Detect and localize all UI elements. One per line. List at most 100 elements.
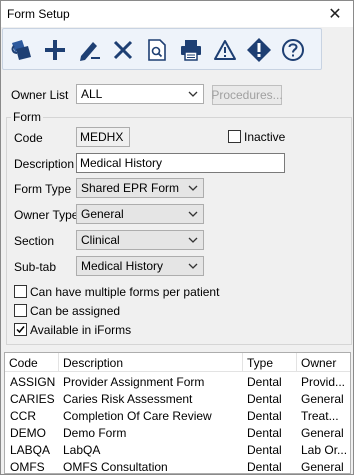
row-owner: Provid... [301, 375, 346, 389]
row-code: OMFS [10, 460, 45, 474]
window-title: Form Setup [7, 7, 70, 21]
form-type-label: Form Type [14, 182, 72, 196]
table-row[interactable]: ASSIGN Provider Assignment Form Dental P… [5, 373, 350, 390]
chevron-down-icon [188, 237, 198, 243]
alert-button[interactable] [243, 33, 275, 67]
row-code: LABQA [10, 443, 51, 457]
row-code: CCR [10, 409, 36, 423]
description-field[interactable]: Medical History [76, 153, 285, 173]
edit-button[interactable] [73, 33, 105, 67]
preview-button[interactable] [141, 33, 173, 67]
column-header-description-label: Description [63, 356, 124, 370]
print-button[interactable] [175, 33, 207, 67]
close-button[interactable]: ✕ [317, 1, 353, 27]
row-code: DEMO [10, 426, 46, 440]
chevron-down-icon [188, 185, 198, 191]
description-label: Description [14, 157, 75, 171]
row-type: Dental [247, 409, 282, 423]
alert-icon [247, 38, 271, 62]
toolbar [2, 28, 322, 70]
row-code: CARIES [10, 392, 55, 406]
row-type: Dental [247, 460, 282, 474]
column-header-code[interactable]: Code [5, 353, 59, 372]
section-label: Section [14, 234, 55, 248]
edit-icon [80, 42, 100, 61]
row-owner: General [301, 426, 344, 440]
form-type-value: Shared EPR Form [81, 181, 180, 195]
preview-icon [148, 39, 166, 61]
row-owner: General [301, 460, 344, 474]
procedures-button[interactable]: Procedures... [211, 85, 283, 105]
add-icon [45, 40, 65, 60]
form-group-label: Form [11, 110, 43, 124]
subtab-value: Medical History [81, 259, 164, 273]
row-type: Dental [247, 443, 282, 457]
delete-icon [113, 40, 133, 60]
owner-list-value: ALL [81, 87, 103, 101]
print-icon [181, 40, 201, 61]
owner-type-value: General [81, 207, 124, 221]
grid-header: Code Description Type Owner [5, 353, 350, 372]
inactive-label: Inactive [244, 130, 286, 144]
row-owner: General [301, 392, 344, 406]
code-label: Code [14, 131, 43, 145]
delete-button[interactable] [107, 33, 139, 67]
description-value: Medical History [80, 156, 163, 170]
form-type-select[interactable]: Shared EPR Form [76, 178, 204, 198]
help-button[interactable] [277, 33, 309, 67]
forms-grid: Code Description Type Owner ASSIGN Provi… [4, 352, 351, 474]
close-icon: ✕ [328, 6, 342, 23]
owner-type-select[interactable]: General [76, 204, 204, 224]
row-description: Caries Risk Assessment [63, 392, 193, 406]
chevron-down-icon [188, 263, 198, 269]
table-row[interactable]: OMFS OMFS Consultation Dental General [5, 458, 350, 474]
table-row[interactable]: LABQA LabQA Dental Lab Or... [5, 441, 350, 458]
available-in-iforms-label: Available in iForms [30, 323, 132, 337]
procedures-button-label: Procedures... [211, 88, 283, 102]
column-header-owner-label: Owner [301, 356, 337, 370]
attach-form-icon [11, 40, 31, 60]
row-type: Dental [247, 426, 282, 440]
help-icon [282, 39, 304, 61]
table-row[interactable]: CARIES Caries Risk Assessment Dental Gen… [5, 390, 350, 407]
column-header-owner[interactable]: Owner [297, 353, 350, 372]
row-description: LabQA [63, 443, 101, 457]
title-bar: Form Setup ✕ [1, 1, 353, 27]
multiple-forms-label: Can have multiple forms per patient [30, 285, 220, 299]
inactive-checkbox[interactable] [228, 130, 241, 143]
checkmark-icon [16, 326, 25, 334]
chevron-down-icon [188, 91, 198, 97]
column-header-code-label: Code [9, 356, 38, 370]
form-setup-window: Form Setup ✕ Owner List ALL Procedures..… [0, 0, 354, 475]
attach-form-button[interactable] [5, 33, 37, 67]
section-value: Clinical [81, 233, 120, 247]
row-description: Completion Of Care Review [63, 409, 212, 423]
row-owner: Lab Or... [301, 443, 348, 457]
owner-list-label: Owner List [11, 88, 69, 102]
can-be-assigned-label: Can be assigned [30, 304, 121, 318]
row-owner: Treat... [301, 409, 339, 423]
section-select[interactable]: Clinical [76, 230, 204, 250]
table-row[interactable]: DEMO Demo Form Dental General [5, 424, 350, 441]
column-header-type-label: Type [247, 356, 274, 370]
multiple-forms-checkbox[interactable] [14, 285, 27, 298]
column-header-type[interactable]: Type [243, 353, 297, 372]
row-type: Dental [247, 375, 282, 389]
row-description: Provider Assignment Form [63, 375, 205, 389]
code-field[interactable]: MEDHX [76, 127, 130, 147]
owner-list-select[interactable]: ALL [76, 84, 204, 104]
row-type: Dental [247, 392, 282, 406]
row-code: ASSIGN [10, 375, 56, 389]
row-description: Demo Form [63, 426, 127, 440]
code-value: MEDHX [80, 130, 124, 144]
subtab-select[interactable]: Medical History [76, 256, 204, 276]
available-in-iforms-checkbox[interactable] [14, 323, 27, 336]
warning-button[interactable] [209, 33, 241, 67]
owner-type-label: Owner Type [14, 208, 79, 222]
add-button[interactable] [39, 33, 71, 67]
table-row[interactable]: CCR Completion Of Care Review Dental Tre… [5, 407, 350, 424]
subtab-label: Sub-tab [14, 260, 57, 274]
row-description: OMFS Consultation [63, 460, 168, 474]
column-header-description[interactable]: Description [59, 353, 243, 372]
can-be-assigned-checkbox[interactable] [14, 304, 27, 317]
